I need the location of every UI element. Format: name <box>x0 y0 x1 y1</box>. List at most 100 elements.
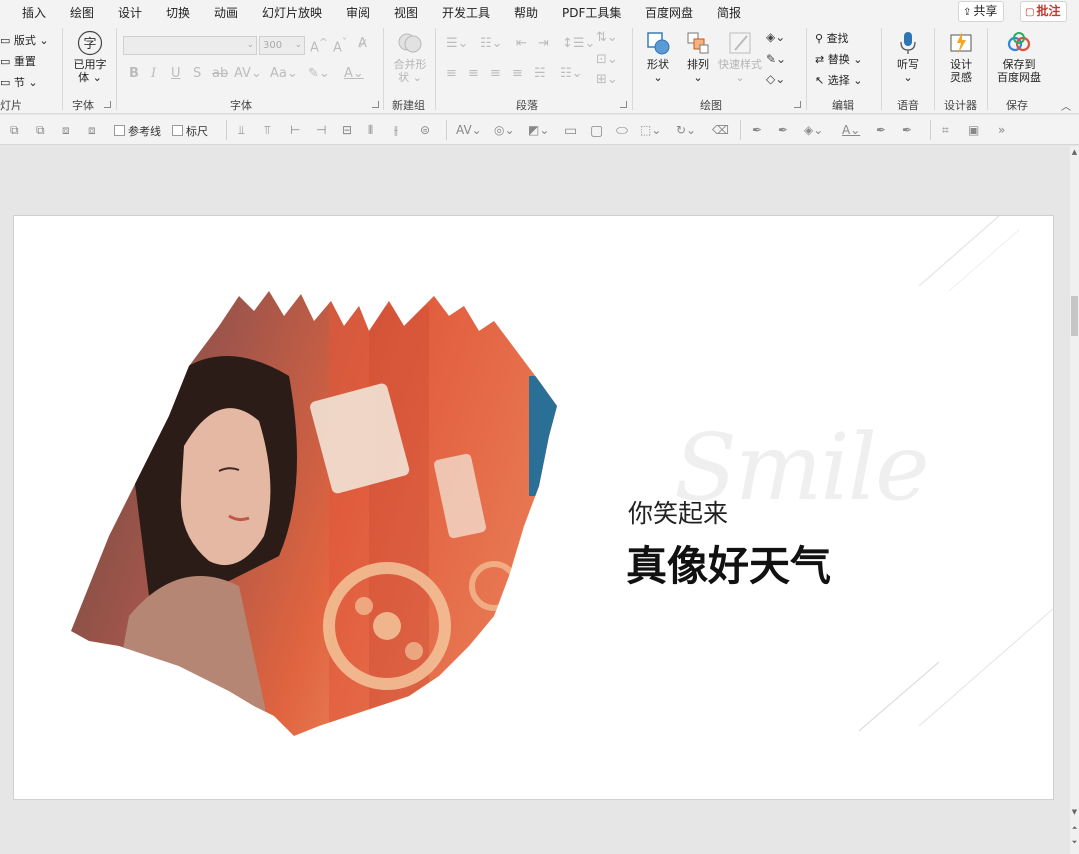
font-color-dropdown-icon[interactable]: A⌄ <box>842 123 860 137</box>
comment-button[interactable]: ▢ 批注 <box>1020 1 1068 22</box>
align-right-icon[interactable]: ≡ <box>490 66 501 81</box>
eyedropper-text-icon[interactable]: ✒ <box>876 123 886 137</box>
tab-animations[interactable]: 动画 <box>214 4 238 21</box>
shape-insert-dropdown-icon[interactable]: ◩⌄ <box>528 123 549 137</box>
quick-styles-button[interactable]: 快速样式 ⌄ <box>716 30 764 84</box>
smartart-icon[interactable]: ⊞⌄ <box>596 72 618 87</box>
select-button[interactable]: ↖ 选择 ⌄ <box>815 72 862 88</box>
shape-fill-icon[interactable]: ◈⌄ <box>766 30 785 44</box>
next-slide-icon[interactable]: ⏷ <box>1070 838 1079 847</box>
ellipse-icon[interactable]: ⬭ <box>616 123 628 139</box>
slide-title[interactable]: 真像好天气 <box>626 532 831 592</box>
dialog-launcher-icon[interactable] <box>372 101 379 108</box>
spacing-dropdown-icon[interactable]: AV⌄ <box>456 123 482 137</box>
slide-subtitle[interactable]: 你笑起来 <box>628 494 728 530</box>
italic-icon[interactable]: I <box>151 66 156 81</box>
distribute-horizontal-icon[interactable]: ⫴ <box>368 123 373 138</box>
align-middle-icon[interactable]: ⊟ <box>342 123 352 137</box>
font-color-icon[interactable]: A⌄ <box>344 66 364 81</box>
tab-design[interactable]: 设计 <box>118 4 142 21</box>
send-backward-icon[interactable]: ⧈ <box>88 123 96 138</box>
ruler-checkbox[interactable]: 标尺 <box>172 123 208 139</box>
design-ideas-button[interactable]: 设计 灵感 <box>940 30 982 84</box>
fill-color-dropdown-icon[interactable]: ◈⌄ <box>804 123 823 137</box>
dictate-button[interactable]: 听写 ⌄ <box>888 30 928 84</box>
text-direction-icon[interactable]: ⇅⌄ <box>596 30 618 45</box>
section-button[interactable]: ▭ 节 ⌄ <box>0 74 38 90</box>
numbering-icon[interactable]: ☷⌄ <box>480 36 503 51</box>
guides-check-box[interactable] <box>114 125 125 136</box>
align-top-icon[interactable]: ⫪ <box>264 123 271 138</box>
align-center-objects-icon[interactable]: ⊜ <box>420 123 430 137</box>
vertical-scrollbar[interactable]: ▲ ▼ ⏶ ⏷ <box>1070 146 1079 854</box>
scrollbar-thumb[interactable] <box>1071 296 1078 336</box>
align-left-icon[interactable]: ≡ <box>446 66 457 81</box>
dialog-launcher-icon[interactable] <box>104 101 111 108</box>
increase-indent-icon[interactable]: ⇥ <box>538 36 549 51</box>
more-tools-icon[interactable]: » <box>998 123 1005 137</box>
rounded-rectangle-icon[interactable]: ▢ <box>590 123 603 139</box>
find-button[interactable]: ⚲ 查找 <box>815 30 849 46</box>
distribute-vertical-icon[interactable]: ⫲ <box>394 123 398 138</box>
bullets-icon[interactable]: ☰⌄ <box>446 36 469 51</box>
reset-button[interactable]: ▭ 重置 <box>0 53 36 69</box>
underline-icon[interactable]: U <box>171 66 181 81</box>
font-name-combo[interactable]: ⌄ <box>123 36 257 55</box>
share-button[interactable]: ⇪ 共享 <box>958 1 1005 22</box>
distributed-icon[interactable]: ☵ <box>534 66 546 81</box>
dialog-launcher-icon[interactable] <box>794 101 801 108</box>
group-objects-icon[interactable]: ⧉ <box>10 123 19 138</box>
rotate-dropdown-icon[interactable]: ↻⌄ <box>676 123 696 137</box>
tab-pdf-tools[interactable]: PDF工具集 <box>562 4 621 21</box>
increase-font-icon[interactable]: A^ <box>310 36 328 55</box>
shape-outline-icon[interactable]: ✎⌄ <box>766 52 786 66</box>
tab-developer[interactable]: 开发工具 <box>442 4 490 21</box>
tab-transitions[interactable]: 切换 <box>166 4 190 21</box>
scroll-down-icon[interactable]: ▼ <box>1070 808 1079 816</box>
align-center-icon[interactable]: ≡ <box>468 66 479 81</box>
align-bottom-icon[interactable]: ⫫ <box>238 123 245 138</box>
line-spacing-icon[interactable]: ↕☰⌄ <box>562 36 595 51</box>
previous-slide-icon[interactable]: ⏶ <box>1070 824 1079 833</box>
tab-briefing[interactable]: 简报 <box>717 4 741 21</box>
slide[interactable]: Smile 你笑起来 真像好天气 <box>13 215 1054 800</box>
merge-shapes-button[interactable]: 合并形 状 ⌄ <box>388 30 432 84</box>
collapse-ribbon-icon[interactable]: ︿ <box>1061 98 1071 113</box>
save-to-baidu-button[interactable]: 保存到 百度网盘 <box>992 30 1046 84</box>
eyedropper-outline-icon[interactable]: ✒ <box>778 123 788 137</box>
tab-draw[interactable]: 绘图 <box>70 4 94 21</box>
bold-icon[interactable]: B <box>129 66 139 81</box>
shape-effects-icon[interactable]: ◇⌄ <box>766 72 785 86</box>
bring-forward-icon[interactable]: ⧈ <box>62 123 70 138</box>
fill-dropdown-icon[interactable]: ◎⌄ <box>494 123 515 137</box>
decrease-indent-icon[interactable]: ⇤ <box>516 36 527 51</box>
crop-icon[interactable]: ⌗ <box>942 123 949 138</box>
tab-review[interactable]: 审阅 <box>346 4 370 21</box>
brush-stroke-photo[interactable] <box>69 286 569 736</box>
replace-button[interactable]: ⇄ 替换 ⌄ <box>815 51 862 67</box>
picture-format-icon[interactable]: ▣ <box>968 123 979 137</box>
font-size-combo[interactable]: 300 ⌄ <box>259 36 305 55</box>
rectangle-icon[interactable]: ▭ <box>564 123 577 139</box>
eyedropper-icon[interactable]: ✒ <box>752 123 762 137</box>
align-right-objects-icon[interactable]: ⊣ <box>316 123 326 137</box>
align-left-objects-icon[interactable]: ⊢ <box>290 123 300 137</box>
char-spacing-icon[interactable]: AV⌄ <box>234 66 262 81</box>
eyedropper-glow-icon[interactable]: ✒ <box>902 123 912 137</box>
shadow-icon[interactable]: S <box>193 66 201 81</box>
decrease-font-icon[interactable]: Aˇ <box>333 36 347 55</box>
eraser-icon[interactable]: ⌫ <box>712 123 729 137</box>
change-case-icon[interactable]: Aa⌄ <box>270 66 298 81</box>
tab-help[interactable]: 帮助 <box>514 4 538 21</box>
tab-baidu-netdisk[interactable]: 百度网盘 <box>645 4 693 21</box>
scroll-up-icon[interactable]: ▲ <box>1070 148 1079 156</box>
ruler-check-box[interactable] <box>172 125 183 136</box>
tab-slideshow[interactable]: 幻灯片放映 <box>262 4 322 21</box>
strikethrough-icon[interactable]: ab <box>212 66 228 81</box>
shapes-button[interactable]: 形状 ⌄ <box>638 30 678 84</box>
tab-insert[interactable]: 插入 <box>22 4 46 21</box>
clear-format-icon[interactable]: A̷ <box>358 36 367 51</box>
guides-checkbox[interactable]: 参考线 <box>114 123 161 139</box>
align-text-icon[interactable]: ⊡⌄ <box>596 52 618 67</box>
highlight-icon[interactable]: ✎⌄ <box>308 66 330 81</box>
